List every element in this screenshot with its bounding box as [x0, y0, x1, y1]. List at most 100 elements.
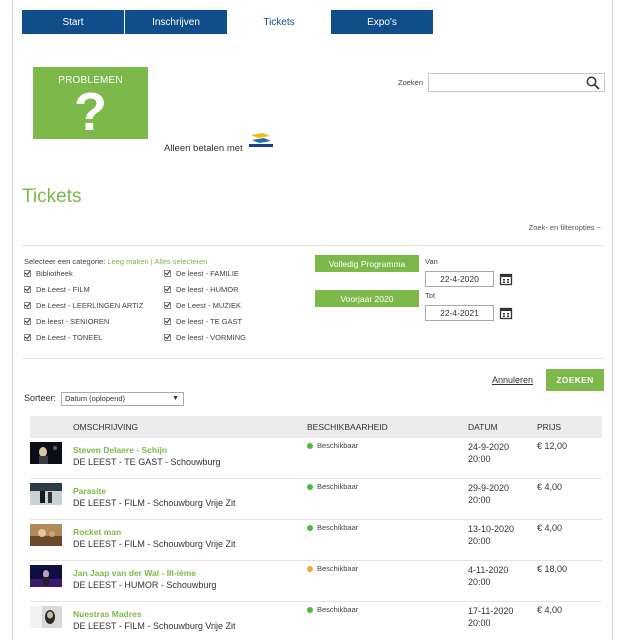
- event-title[interactable]: Parasite: [73, 486, 106, 496]
- availability-status: Beschikbaar: [307, 523, 358, 532]
- from-date-input[interactable]: 22-4-2020: [425, 271, 494, 287]
- category-checkbox[interactable]: De Leest - TONEEL: [24, 333, 102, 342]
- category-checkbox[interactable]: De leest - TE GAST: [164, 317, 242, 326]
- event-thumbnail[interactable]: [30, 565, 62, 587]
- col-prijs: PRIJS: [537, 422, 562, 432]
- event-title[interactable]: Rocket man: [73, 527, 121, 537]
- category-name: De Leest - LEERLINGEN ARTIZ: [36, 301, 144, 310]
- event-thumbnail[interactable]: [30, 524, 62, 546]
- status-dot: [307, 442, 313, 449]
- category-checkbox[interactable]: De leest - FAMILIE: [164, 269, 239, 278]
- category-checkbox[interactable]: De leest - HUMOR: [164, 285, 239, 294]
- checkbox-icon[interactable]: [164, 286, 171, 293]
- category-checkbox[interactable]: De Leest - MUZIEK: [164, 301, 241, 310]
- page-title: Tickets: [22, 186, 82, 207]
- event-title[interactable]: Jan Jaap van der Wal - III-ième: [73, 568, 196, 578]
- availability-status: Beschikbaar: [307, 564, 358, 573]
- table-row[interactable]: Rocket man DE LEEST - FILM - Schouwburg …: [30, 520, 602, 561]
- search-button[interactable]: ZOEKEN: [546, 369, 604, 391]
- to-date-input[interactable]: 22-4-2021: [425, 305, 494, 321]
- checkbox-icon[interactable]: [164, 302, 171, 309]
- main-nav: Start Inschrijven Tickets Expo's: [22, 10, 434, 34]
- nav-tab-tickets[interactable]: Tickets: [228, 10, 331, 34]
- from-date-label: Van: [425, 257, 438, 266]
- full-program-button[interactable]: Volledig Programma: [315, 255, 419, 272]
- search-icon[interactable]: [586, 76, 600, 90]
- event-venue: DE LEEST - FILM - Schouwburg Vrije Zit: [73, 539, 236, 549]
- category-name: De leest - VORMING: [176, 333, 247, 342]
- availability-status: Beschikbaar: [307, 605, 358, 614]
- category-checkbox[interactable]: Bibliotheek: [24, 269, 73, 278]
- spring-2020-button[interactable]: Voorjaar 2020: [315, 290, 419, 307]
- availability-text: Beschikbaar: [317, 441, 359, 450]
- checkbox-icon[interactable]: [24, 318, 31, 325]
- link-separator: |: [150, 257, 153, 266]
- event-price: € 4,00: [537, 523, 563, 533]
- event-title[interactable]: Steven Delaere - Schijn: [73, 445, 167, 455]
- checkbox-icon[interactable]: [164, 334, 171, 341]
- status-dot: [307, 565, 313, 572]
- nav-tab-inschrijven[interactable]: Inschrijven: [125, 10, 228, 34]
- event-time: 20:00: [468, 577, 491, 587]
- event-time: 20:00: [468, 618, 491, 628]
- category-checkbox[interactable]: De leest - SENIOREN: [24, 317, 109, 326]
- event-time: 20:00: [468, 454, 491, 464]
- select-all-link[interactable]: Alles selecteren: [154, 257, 207, 266]
- clear-categories-link[interactable]: Leeg maken: [107, 257, 148, 266]
- checkbox-icon[interactable]: [164, 318, 171, 325]
- checkbox-icon[interactable]: [164, 270, 171, 277]
- category-label: Selecteer een categorie:: [24, 257, 106, 266]
- event-thumbnail[interactable]: [30, 442, 62, 464]
- event-date: 17-11-2020: [468, 606, 514, 616]
- category-name: De leest - FAMILIE: [176, 269, 239, 278]
- search-input[interactable]: [428, 73, 605, 92]
- status-dot: [307, 524, 313, 531]
- filter-options-toggle[interactable]: Zoek- en filteropties −: [529, 223, 601, 232]
- category-name: De leest - TE GAST: [176, 317, 243, 326]
- availability-text: Beschikbaar: [317, 605, 359, 614]
- event-datetime: 4-11-2020 20:00: [468, 564, 538, 588]
- nav-tab-expos[interactable]: Expo's: [331, 10, 434, 34]
- table-row[interactable]: Nuestras Madres DE LEEST - FILM - Schouw…: [30, 602, 602, 640]
- event-venue: DE LEEST - FILM - Schouwburg Vrije Zit: [73, 498, 236, 508]
- category-checkbox[interactable]: De leest - VORMING: [164, 333, 246, 342]
- category-checkbox[interactable]: De Leest - FILM: [24, 285, 90, 294]
- question-mark-icon: ?: [74, 82, 107, 142]
- availability-text: Beschikbaar: [317, 523, 359, 532]
- table-row[interactable]: Parasite DE LEEST - FILM - Schouwburg Vr…: [30, 479, 602, 520]
- category-name: De Leest - TONEEL: [36, 333, 103, 342]
- event-venue: DE LEEST - FILM - Schouwburg Vrije Zit: [73, 621, 236, 631]
- event-date: 24-9-2020: [468, 442, 510, 452]
- nav-tab-start[interactable]: Start: [22, 10, 125, 34]
- event-title[interactable]: Nuestras Madres: [73, 609, 142, 619]
- category-checkbox[interactable]: De Leest - LEERLINGEN ARTIZ: [24, 301, 143, 310]
- col-beschikbaarheid: BESCHIKBAARHEID: [307, 422, 388, 432]
- event-thumbnail[interactable]: [30, 483, 62, 505]
- checkbox-icon[interactable]: [24, 302, 31, 309]
- checkbox-icon[interactable]: [24, 334, 31, 341]
- event-venue: DE LEEST - TE GAST - Schouwburg: [73, 457, 221, 467]
- event-date: 29-9-2020: [468, 483, 510, 493]
- availability-status: Beschikbaar: [307, 482, 358, 491]
- sort-select[interactable]: Datum (oplopend) ▼: [61, 392, 184, 406]
- category-name: De Leest - FILM: [36, 285, 90, 294]
- table-row[interactable]: Jan Jaap van der Wal - III-ième DE LEEST…: [30, 561, 602, 602]
- event-date: 13-10-2020: [468, 524, 515, 534]
- status-dot: [307, 606, 313, 613]
- checkbox-icon[interactable]: [24, 286, 31, 293]
- table-row[interactable]: Steven Delaere - Schijn DE LEEST - TE GA…: [30, 438, 602, 479]
- availability-text: Beschikbaar: [317, 482, 359, 491]
- event-thumbnail[interactable]: [30, 606, 62, 628]
- event-date: 4-11-2020: [468, 565, 509, 575]
- problemen-banner[interactable]: PROBLEMEN ?: [33, 67, 148, 142]
- to-date-label: Tot: [425, 291, 436, 300]
- calendar-icon[interactable]: [499, 272, 513, 286]
- event-datetime: 17-11-2020 20:00: [468, 605, 538, 629]
- checkbox-icon[interactable]: [24, 270, 31, 277]
- divider: [22, 358, 604, 359]
- calendar-icon[interactable]: [499, 306, 513, 320]
- table-header: OMSCHRIJVING BESCHIKBAARHEID DATUM PRIJS: [30, 416, 602, 438]
- sort-value: Datum (oplopend): [65, 394, 126, 403]
- payment-note: Alleen betalen met: [164, 143, 243, 154]
- cancel-link[interactable]: Annuleren: [492, 375, 533, 385]
